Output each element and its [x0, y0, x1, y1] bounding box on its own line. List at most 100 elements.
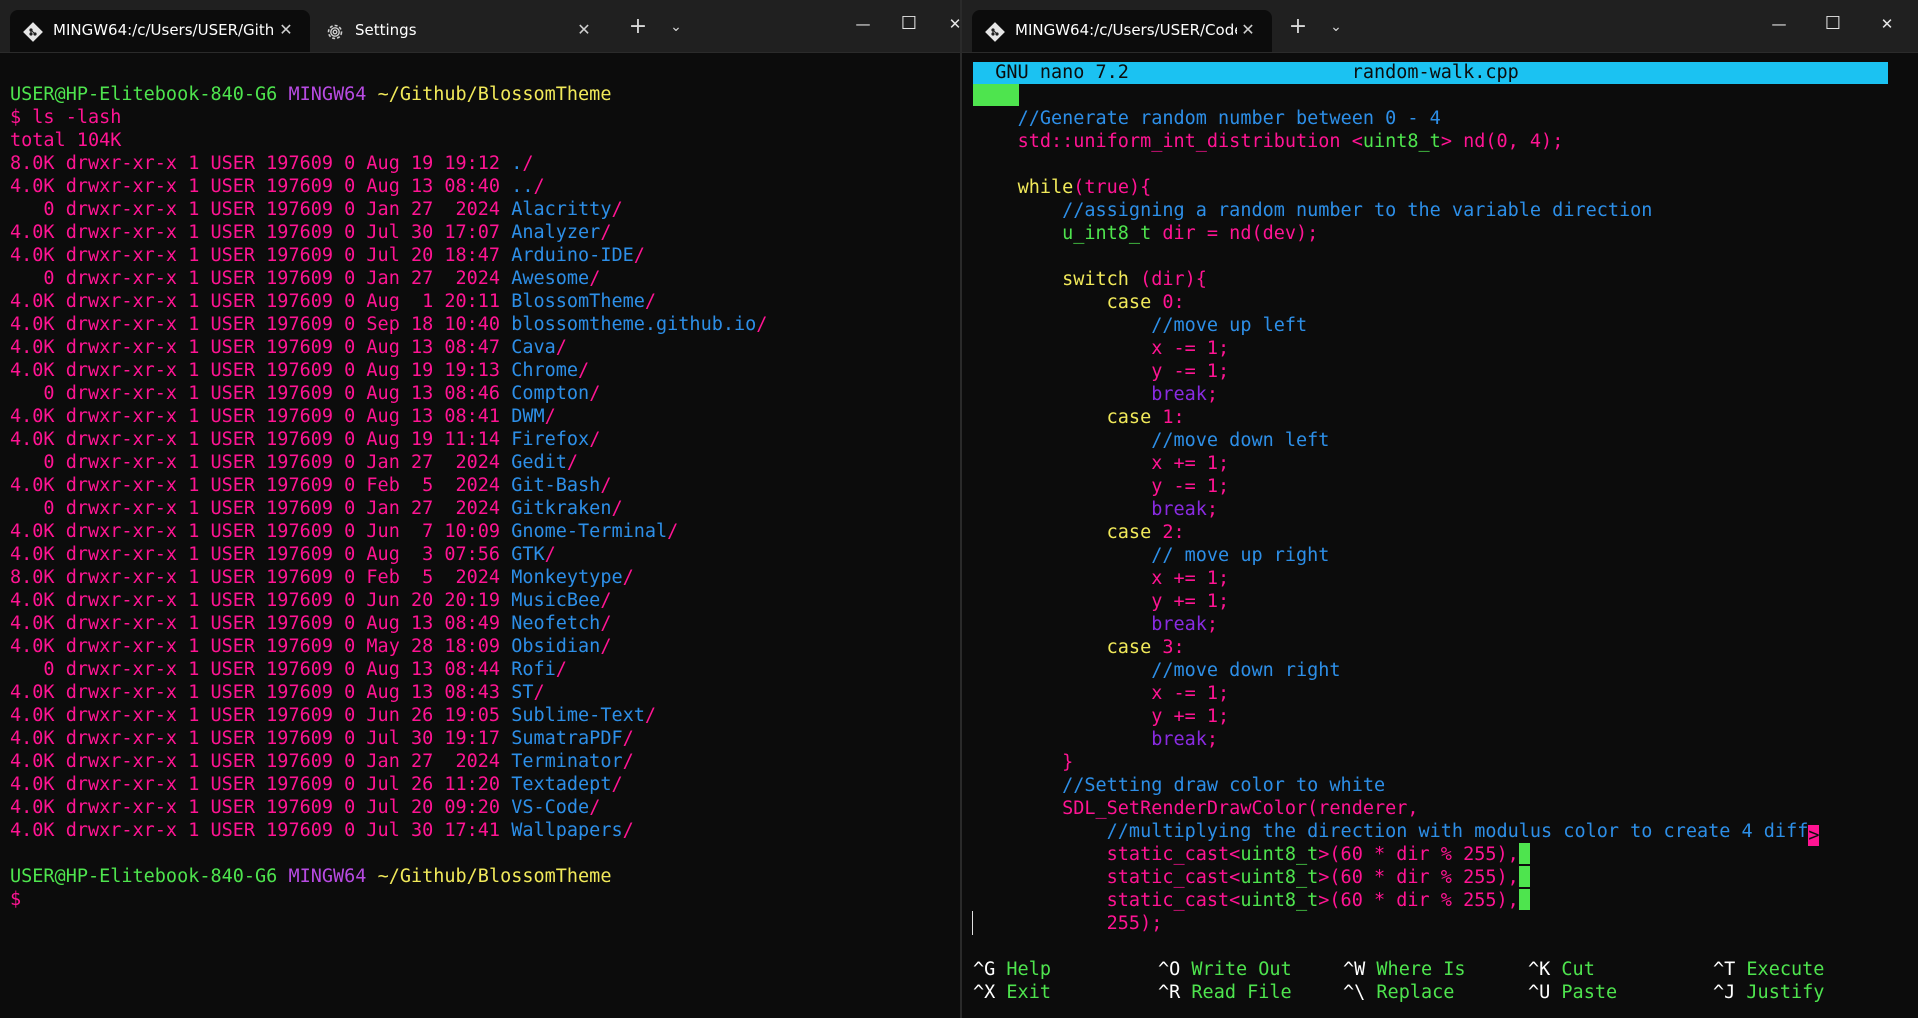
close-window-button[interactable]: ✕ — [932, 6, 960, 42]
tab-mingw64-code[interactable]: MINGW64:/c/Users/USER/Code ✕ — [972, 10, 1272, 52]
entry-meta: 8.0K drwxr-xr-x 1 USER 197609 0 Aug 19 1… — [10, 153, 512, 174]
entry-meta: 4.0K drwxr-xr-x 1 USER 197609 0 Jun 20 2… — [10, 590, 512, 611]
code-line: y -= 1; — [973, 475, 1819, 498]
entry-meta: 4.0K drwxr-xr-x 1 USER 197609 0 Aug 1 20… — [10, 291, 512, 312]
terminal-output[interactable]: USER@HP-Elitebook-840-G6 MINGW64 ~/Githu… — [10, 83, 767, 911]
entry-name: Gnome-Terminal — [511, 521, 668, 542]
entry-name: Neofetch — [511, 613, 601, 634]
code-token: y += 1; — [1151, 591, 1230, 612]
code-token: static_cast< — [1106, 890, 1241, 911]
nano-cursor-block — [973, 84, 1019, 106]
new-tab-button[interactable]: + — [1284, 14, 1312, 40]
entry-name: Obsidian — [511, 636, 601, 657]
list-item: 4.0K drwxr-xr-x 1 USER 197609 0 Aug 13 0… — [10, 612, 767, 635]
entry-name: Firefox — [511, 429, 590, 450]
entry-meta: 4.0K drwxr-xr-x 1 USER 197609 0 Aug 13 0… — [10, 406, 512, 427]
maximize-button[interactable]: ☐ — [886, 6, 932, 42]
code-token: case — [1106, 522, 1152, 543]
tab-settings[interactable]: Settings ✕ — [312, 10, 612, 52]
list-item: 4.0K drwxr-xr-x 1 USER 197609 0 Aug 19 1… — [10, 359, 767, 382]
text-caret — [972, 911, 973, 935]
minimize-button[interactable]: — — [840, 6, 886, 42]
close-window-button[interactable]: ✕ — [1864, 6, 1910, 42]
close-tab-icon[interactable]: ✕ — [1236, 18, 1260, 42]
input-line[interactable]: $ — [10, 888, 767, 911]
entry-slash: / — [522, 153, 534, 174]
close-tab-icon[interactable]: ✕ — [572, 18, 596, 42]
list-item: 4.0K drwxr-xr-x 1 USER 197609 0 Sep 18 1… — [10, 313, 767, 336]
code-editor[interactable]: //Generate random number between 0 - 4 s… — [973, 107, 1820, 935]
shortcut-label: Help — [1006, 959, 1051, 980]
shortcut-label: Read File — [1191, 982, 1292, 1003]
git-bash-icon — [23, 22, 43, 42]
tab-dropdown-chevron-icon[interactable]: ⌄ — [662, 14, 690, 40]
code-token: u_int8_t — [1062, 223, 1152, 244]
prompt-user: USER@HP-Elitebook-840-G6 — [10, 84, 278, 105]
entry-meta: 4.0K drwxr-xr-x 1 USER 197609 0 Jun 7 10… — [10, 521, 512, 542]
list-item: 8.0K drwxr-xr-x 1 USER 197609 0 Feb 5 20… — [10, 566, 767, 589]
entry-meta: 4.0K drwxr-xr-x 1 USER 197609 0 Aug 19 1… — [10, 360, 512, 381]
entry-name: blossomtheme.github.io — [511, 314, 757, 335]
code-token: uint8_t — [1362, 131, 1441, 152]
list-item: 4.0K drwxr-xr-x 1 USER 197609 0 Aug 19 1… — [10, 428, 767, 451]
shortcut-key: ^O — [1158, 959, 1181, 980]
entry-slash: / — [533, 176, 545, 197]
minimize-button[interactable]: — — [1756, 6, 1802, 42]
entry-slash: / — [756, 314, 768, 335]
prompt-path: ~/Github/BlossomTheme — [377, 84, 612, 105]
code-token: //move down right — [1151, 660, 1341, 681]
code-line: case 2: — [973, 521, 1819, 544]
entry-meta: 4.0K drwxr-xr-x 1 USER 197609 0 Aug 13 0… — [10, 337, 512, 358]
maximize-button[interactable]: ☐ — [1810, 6, 1856, 42]
shortcut-item: ^J Justify — [1713, 981, 1824, 1004]
code-token: std::uniform_int_distribution — [1017, 131, 1352, 152]
code-line: std::uniform_int_distribution <uint8_t> … — [973, 130, 1819, 153]
entry-slash: / — [600, 590, 612, 611]
list-item: 4.0K drwxr-xr-x 1 USER 197609 0 May 28 1… — [10, 635, 767, 658]
list-item: 4.0K drwxr-xr-x 1 USER 197609 0 Jul 20 1… — [10, 244, 767, 267]
entry-name: MusicBee — [511, 590, 601, 611]
shortcut-label: Write Out — [1191, 959, 1292, 980]
list-item: 4.0K drwxr-xr-x 1 USER 197609 0 Aug 3 07… — [10, 543, 767, 566]
entry-name: SumatraPDF — [511, 728, 623, 749]
code-token: 1: — [1151, 407, 1185, 428]
shortcut-item: ^\ Replace — [1343, 981, 1454, 1004]
list-item: 0 drwxr-xr-x 1 USER 197609 0 Jan 27 2024… — [10, 267, 767, 290]
tab-mingw64-github[interactable]: MINGW64:/c/Users/USER/Githu ✕ — [10, 10, 310, 52]
code-token: >(60 * dir % 255), — [1318, 867, 1519, 888]
entry-meta: 0 drwxr-xr-x 1 USER 197609 0 Aug 13 08:4… — [10, 659, 512, 680]
code-token: while — [1017, 177, 1074, 198]
command-text: $ ls -lash — [10, 107, 122, 128]
entry-name: Wallpapers — [511, 820, 623, 841]
entry-meta: 4.0K drwxr-xr-x 1 USER 197609 0 Jul 30 1… — [10, 820, 512, 841]
list-item: 4.0K drwxr-xr-x 1 USER 197609 0 Aug 13 0… — [10, 175, 767, 198]
entry-slash: / — [622, 820, 634, 841]
entry-slash: / — [566, 452, 579, 473]
shortcut-row: ^X Exit ^R Read File ^\ Replace ^U Paste ^J … — [973, 981, 1913, 1004]
entry-slash: / — [589, 797, 601, 818]
terminal-window-left[interactable]: MINGW64:/c/Users/USER/Githu ✕ Settings ✕… — [0, 0, 960, 1018]
tab-dropdown-chevron-icon[interactable]: ⌄ — [1322, 14, 1350, 40]
list-item: 4.0K drwxr-xr-x 1 USER 197609 0 Jul 30 1… — [10, 221, 767, 244]
entry-name: Arduino-IDE — [511, 245, 634, 266]
shortcut-item: ^X Exit — [973, 981, 1051, 1004]
shortcut-label: Exit — [1006, 982, 1051, 1003]
list-item: 0 drwxr-xr-x 1 USER 197609 0 Jan 27 2024… — [10, 497, 767, 520]
close-tab-icon[interactable]: ✕ — [274, 18, 298, 42]
new-tab-button[interactable]: + — [624, 14, 652, 40]
code-token: //multiplying the direction with modulus… — [1106, 821, 1809, 842]
code-token: uint8_t — [1240, 890, 1319, 911]
list-item: 4.0K drwxr-xr-x 1 USER 197609 0 Aug 13 0… — [10, 681, 767, 704]
shortcut-item: ^R Read File — [1158, 981, 1292, 1004]
terminal-window-right[interactable]: MINGW64:/c/Users/USER/Code ✕ + ⌄ — ☐ ✕ G… — [962, 0, 1918, 1018]
line-overflow-marker: > — [1808, 825, 1820, 846]
title-bar[interactable]: MINGW64:/c/Users/USER/Code ✕ + ⌄ — ☐ ✕ — [962, 0, 1918, 53]
code-line: //multiplying the direction with modulus… — [973, 820, 1820, 846]
title-bar[interactable]: MINGW64:/c/Users/USER/Githu ✕ Settings ✕… — [0, 0, 960, 53]
code-token: //Generate random number between 0 - 4 — [1017, 108, 1441, 129]
